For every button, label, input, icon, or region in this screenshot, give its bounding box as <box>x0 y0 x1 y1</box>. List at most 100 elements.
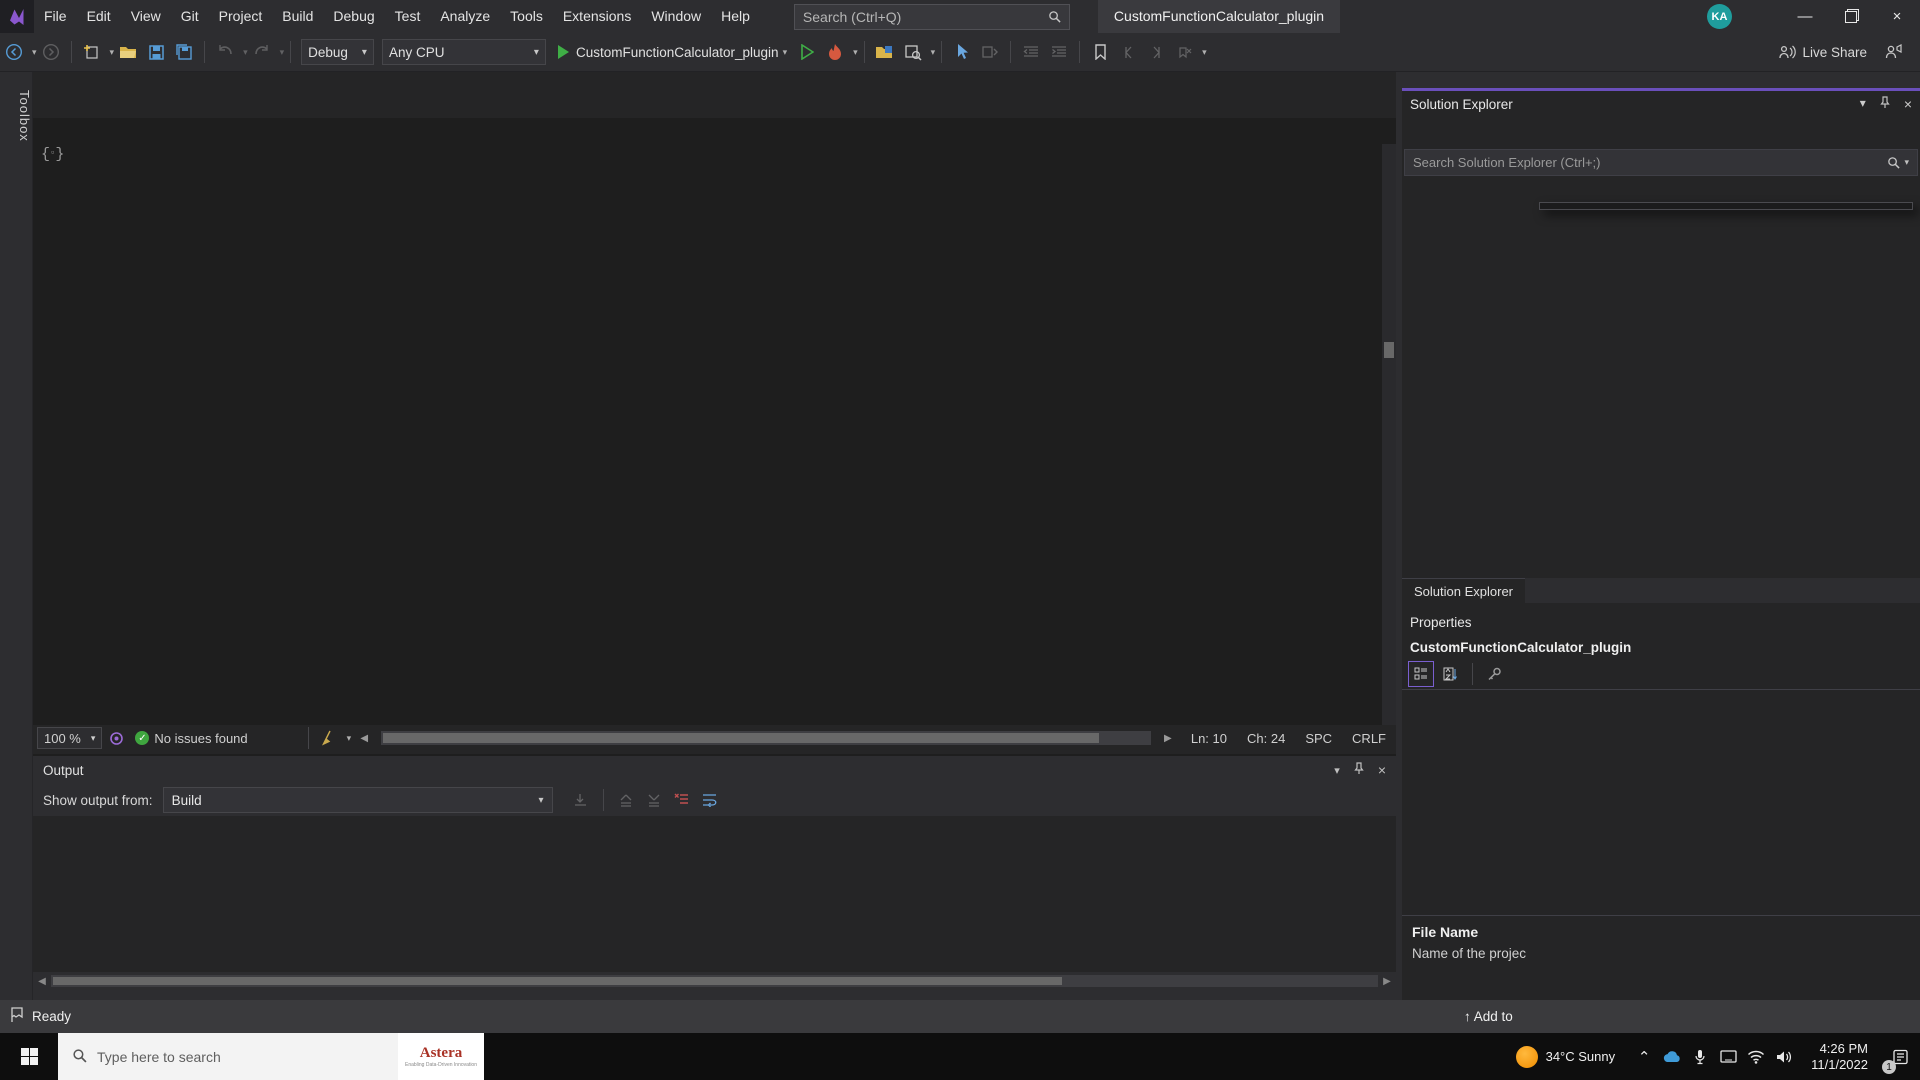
indent-increase-icon[interactable] <box>1046 39 1072 65</box>
close-output-icon[interactable]: × <box>1378 762 1386 778</box>
navigate-forward-icon[interactable] <box>38 39 64 65</box>
hot-reload-icon[interactable] <box>822 39 848 65</box>
minimize-button[interactable]: — <box>1782 0 1828 33</box>
properties-object-name[interactable]: CustomFunctionCalculator_plugin <box>1402 635 1920 659</box>
property-pages-icon[interactable] <box>1483 662 1507 686</box>
new-project-caret[interactable]: ▾ <box>110 47 115 58</box>
menubar-item-build[interactable]: Build <box>272 0 323 33</box>
attach-icon[interactable] <box>977 39 1003 65</box>
property-description-title: File Name <box>1412 924 1479 940</box>
eol-indicator[interactable]: CRLF <box>1342 731 1396 746</box>
quick-search-box[interactable]: Search (Ctrl+Q) <box>793 3 1070 30</box>
tray-chevron-icon[interactable]: ⌃ <box>1631 1044 1657 1070</box>
menubar-item-window[interactable]: Window <box>641 0 711 33</box>
cursor-select-icon[interactable] <box>949 39 975 65</box>
save-all-icon[interactable] <box>171 39 197 65</box>
panel-pin-icon[interactable] <box>1880 96 1890 112</box>
output-scroll-left-icon[interactable]: ◀ <box>33 976 51 987</box>
output-log[interactable] <box>33 816 1396 972</box>
start-debugging-button[interactable]: CustomFunctionCalculator_plugin ▾ <box>556 44 787 60</box>
new-item-folder-icon[interactable] <box>872 39 898 65</box>
menubar-item-extensions[interactable]: Extensions <box>553 0 641 33</box>
prev-message-icon[interactable] <box>614 788 638 812</box>
menubar-item-test[interactable]: Test <box>385 0 431 33</box>
navigate-back-icon[interactable] <box>1 39 27 65</box>
navigate-back-caret[interactable]: ▾ <box>32 47 37 58</box>
prev-bookmark-icon[interactable] <box>1115 39 1141 65</box>
menubar-item-help[interactable]: Help <box>711 0 760 33</box>
output-dropdown-icon[interactable]: ▾ <box>1334 764 1340 777</box>
speaker-icon[interactable] <box>1771 1044 1797 1070</box>
astera-app-button[interactable]: Astera Enabling Data-Driven Innovation <box>398 1033 484 1080</box>
editor-horizontal-scrollbar[interactable] <box>381 731 1151 745</box>
pin-icon[interactable] <box>1354 762 1364 778</box>
solution-configurations-dropdown[interactable]: Debug ▾ <box>301 39 374 65</box>
new-project-icon[interactable] <box>79 39 105 65</box>
feedback-icon[interactable] <box>1880 39 1906 65</box>
code-cleanup-icon[interactable] <box>316 725 342 751</box>
undo-icon[interactable] <box>212 39 238 65</box>
next-message-icon[interactable] <box>642 788 666 812</box>
panel-close-icon[interactable]: × <box>1904 96 1912 112</box>
bookmark-icon[interactable] <box>1087 39 1113 65</box>
find-message-icon[interactable] <box>569 788 593 812</box>
start-without-debugging-icon[interactable] <box>794 39 820 65</box>
find-in-files-icon[interactable] <box>900 39 926 65</box>
alphabetical-icon[interactable] <box>1438 662 1462 686</box>
code-editor[interactable]: {▫} <box>33 144 1396 725</box>
health-indicator-icon[interactable] <box>103 725 129 751</box>
hscroll-left-icon[interactable]: ◀ <box>351 733 377 744</box>
open-folder-icon[interactable] <box>115 39 141 65</box>
add-to-source-control[interactable]: ↑ Add to <box>1464 1000 1539 1033</box>
solution-explorer-bottom-tab[interactable]: Solution Explorer <box>1402 578 1525 603</box>
microphone-icon[interactable] <box>1687 1044 1713 1070</box>
taskbar-search-placeholder: Type here to search <box>97 1048 221 1065</box>
document-outline-icon[interactable]: {▫} <box>41 146 64 163</box>
user-avatar[interactable]: KA <box>1707 4 1732 29</box>
next-bookmark-icon[interactable] <box>1143 39 1169 65</box>
menubar-item-project[interactable]: Project <box>209 0 273 33</box>
hscroll-right-icon[interactable]: ▶ <box>1155 733 1181 744</box>
menubar-item-analyze[interactable]: Analyze <box>430 0 500 33</box>
categorized-icon[interactable] <box>1408 661 1434 687</box>
action-center-icon[interactable]: 1 <box>1880 1033 1920 1080</box>
wifi-icon[interactable] <box>1743 1044 1769 1070</box>
save-icon[interactable] <box>143 39 169 65</box>
taskbar-clock[interactable]: 4:26 PM 11/1/2022 <box>1811 1041 1868 1073</box>
live-share-button[interactable]: Live Share <box>1778 44 1867 60</box>
output-horizontal-scrollbar[interactable]: ◀ ▶ <box>33 972 1396 990</box>
restore-button[interactable] <box>1828 0 1874 33</box>
clear-bookmarks-icon[interactable] <box>1171 39 1197 65</box>
menubar-item-tools[interactable]: Tools <box>500 0 553 33</box>
output-source-dropdown[interactable]: Build ▾ <box>162 787 553 813</box>
indent-decrease-icon[interactable] <box>1018 39 1044 65</box>
taskbar-search[interactable]: Type here to search <box>58 1033 398 1080</box>
solution-platforms-dropdown[interactable]: Any CPU ▾ <box>381 39 546 65</box>
tablet-icon[interactable] <box>1715 1044 1741 1070</box>
right-tool-panel: Solution Explorer ▾ × Search Solution Ex… <box>1402 88 1920 1003</box>
menubar-item-git[interactable]: Git <box>171 0 209 33</box>
zoom-dropdown[interactable]: 100 % ▾ <box>37 727 103 749</box>
editor-vertical-scrollbar[interactable] <box>1382 144 1396 725</box>
close-button[interactable]: × <box>1874 0 1920 33</box>
clear-all-icon[interactable] <box>670 788 694 812</box>
weather-widget[interactable]: 34°C Sunny <box>1515 1045 1615 1068</box>
quick-search-placeholder: Search (Ctrl+Q) <box>802 8 902 25</box>
issues-text: No issues found <box>154 730 248 746</box>
menubar-item-view[interactable]: View <box>121 0 171 33</box>
solution-explorer-search[interactable]: Search Solution Explorer (Ctrl+;) ▾ <box>1404 149 1918 176</box>
panel-dropdown-icon[interactable]: ▾ <box>1860 96 1866 112</box>
output-scroll-right-icon[interactable]: ▶ <box>1378 976 1396 987</box>
redo-icon[interactable] <box>249 39 275 65</box>
spaces-indicator[interactable]: SPC <box>1295 731 1342 746</box>
char-indicator: Ch: 24 <box>1247 730 1286 746</box>
toolbox-tab[interactable]: Toolbox <box>0 90 32 142</box>
output-title: Output <box>43 762 84 778</box>
menubar-item-file[interactable]: File <box>34 0 77 33</box>
word-wrap-icon[interactable] <box>698 788 722 812</box>
system-tray: 34°C Sunny ⌃ 4:26 PM 11/1/2022 1 <box>1515 1033 1920 1080</box>
menubar-item-debug[interactable]: Debug <box>323 0 384 33</box>
onedrive-cloud-icon[interactable] <box>1659 1044 1685 1070</box>
start-button[interactable] <box>0 1033 58 1080</box>
menubar-item-edit[interactable]: Edit <box>77 0 121 33</box>
